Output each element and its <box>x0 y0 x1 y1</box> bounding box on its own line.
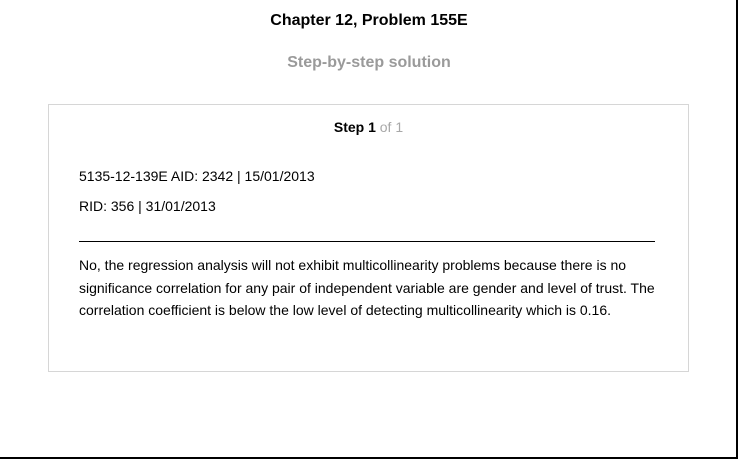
chapter-title: Chapter 12, Problem 155E <box>270 12 468 29</box>
step-card: Step 1 of 1 5135-12-139E AID: 2342 | 15/… <box>48 104 689 372</box>
solution-meta-rid: RID: 356 | 31/01/2013 <box>79 198 216 214</box>
step-count: of 1 <box>379 119 404 135</box>
step-label: Step 1 <box>333 119 376 135</box>
divider <box>79 241 655 242</box>
step-header: Step 1 of 1 <box>49 119 688 135</box>
solution-answer-text: No, the regression analysis will not exh… <box>79 257 655 318</box>
solution-subtitle: Step-by-step solution <box>287 54 451 71</box>
solution-meta-aid: 5135-12-139E AID: 2342 | 15/01/2013 <box>79 168 315 184</box>
